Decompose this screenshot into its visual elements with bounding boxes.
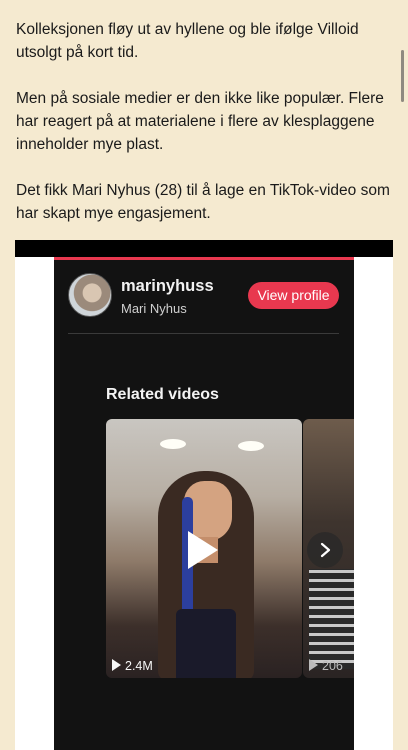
divider xyxy=(68,333,339,334)
thumbnail-stripes xyxy=(309,569,354,669)
embed-top-bar xyxy=(15,240,393,257)
article-paragraph: Kolleksjonen fløy ut av hyllene og ble i… xyxy=(16,21,359,61)
article-paragraph: Men på sosiale medier er den ikke like p… xyxy=(16,90,384,153)
avatar[interactable] xyxy=(68,273,112,317)
thumbnail-person-top xyxy=(176,609,236,678)
ceiling-light xyxy=(160,439,186,449)
view-count: 2.4M xyxy=(112,659,153,673)
full-name: Mari Nyhus xyxy=(121,301,187,316)
play-count-icon xyxy=(112,659,121,671)
profile-header: marinyhuss Mari Nyhus View profile xyxy=(54,260,354,332)
article-paragraph: Det fikk Mari Nyhus (28) til å lage en T… xyxy=(16,182,390,222)
view-profile-button[interactable]: View profile xyxy=(248,282,339,309)
article-body: Kolleksjonen fløy ut av hyllene og ble i… xyxy=(16,18,396,248)
view-count: 206 xyxy=(309,659,343,673)
ceiling-light xyxy=(238,441,264,451)
tiktok-embed: marinyhuss Mari Nyhus View profile Relat… xyxy=(15,240,393,750)
play-icon[interactable] xyxy=(188,531,218,569)
related-videos-title: Related videos xyxy=(106,386,219,403)
scrollbar[interactable] xyxy=(401,50,404,102)
username[interactable]: marinyhuss xyxy=(121,277,214,296)
video-thumbnail[interactable]: 2.4M xyxy=(106,419,302,678)
tiktok-profile-card: marinyhuss Mari Nyhus View profile Relat… xyxy=(54,257,354,750)
play-count-icon xyxy=(309,659,318,671)
chevron-right-icon[interactable] xyxy=(307,532,343,568)
